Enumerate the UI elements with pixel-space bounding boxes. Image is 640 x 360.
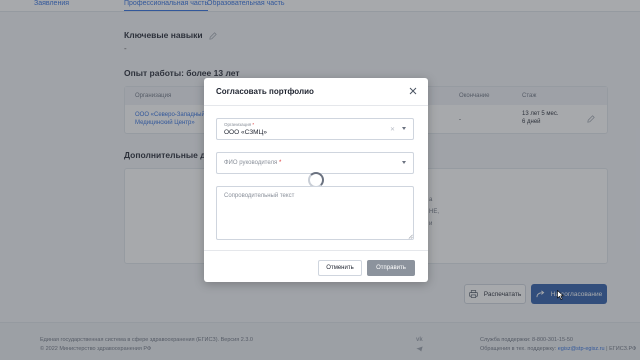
cover-text-input[interactable] bbox=[216, 186, 414, 240]
organization-label-text: Организация bbox=[224, 122, 252, 127]
organization-label: Организация * bbox=[224, 122, 254, 127]
chevron-down-icon[interactable] bbox=[402, 161, 406, 164]
close-icon[interactable] bbox=[408, 86, 418, 96]
send-button[interactable]: Отправить bbox=[367, 260, 415, 276]
manager-name-select[interactable]: ФИО руководителя * bbox=[216, 152, 414, 174]
clear-icon[interactable]: ✕ bbox=[390, 126, 395, 133]
organization-value: ООО «СЗМЦ» bbox=[224, 129, 267, 136]
cancel-button[interactable]: Отменить bbox=[318, 260, 362, 276]
approve-portfolio-dialog: Согласовать портфолио Организация * ООО … bbox=[204, 78, 428, 282]
manager-name-placeholder: ФИО руководителя * bbox=[224, 160, 281, 166]
dialog-footer: Отменить Отправить bbox=[204, 250, 428, 282]
required-mark: * bbox=[252, 122, 255, 127]
resize-handle-icon[interactable] bbox=[408, 234, 413, 239]
chevron-down-icon[interactable] bbox=[402, 127, 406, 130]
required-mark: * bbox=[278, 160, 282, 166]
manager-name-placeholder-text: ФИО руководителя bbox=[224, 160, 278, 166]
mouse-pointer-icon bbox=[557, 290, 564, 300]
organization-select[interactable]: Организация * ООО «СЗМЦ» ✕ bbox=[216, 118, 414, 140]
dialog-title: Согласовать портфолио bbox=[216, 87, 314, 96]
dialog-header: Согласовать портфолио bbox=[204, 78, 428, 106]
